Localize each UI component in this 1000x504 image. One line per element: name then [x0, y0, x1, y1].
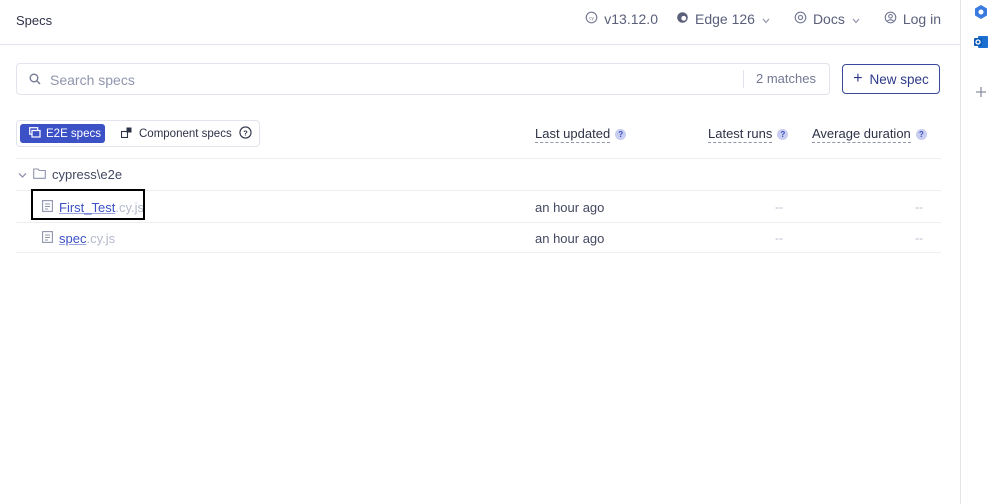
- browser-label: Edge 126: [694, 11, 755, 27]
- search-bar: 2 matches: [16, 63, 830, 95]
- plus-icon: +: [853, 70, 863, 87]
- new-spec-label: New spec: [869, 71, 929, 87]
- folder-icon: [33, 167, 52, 182]
- last-updated-cell: an hour ago: [535, 200, 605, 215]
- tab-e2e-specs[interactable]: E2E specs: [20, 124, 105, 143]
- match-count: 2 matches: [743, 70, 829, 88]
- spec-file-link[interactable]: spec .cy.js: [42, 231, 115, 246]
- average-duration-cell: --: [915, 200, 923, 214]
- column-header-average-duration[interactable]: Average duration ?: [812, 126, 927, 143]
- testing-type-toggle: E2E specs Component specs ?: [16, 120, 260, 147]
- login-button[interactable]: Log in: [884, 11, 941, 27]
- help-icon[interactable]: ?: [239, 125, 259, 142]
- column-header-last-updated[interactable]: Last updated ?: [535, 126, 627, 143]
- main-area: Specs cy v13.12.0 Edge 126 Docs Log in S…: [0, 0, 960, 504]
- chevron-down-icon: [852, 11, 866, 27]
- e2e-window-icon: [20, 126, 46, 141]
- spec-extension: .cy.js: [86, 231, 116, 246]
- last-updated-label: Last updated: [535, 126, 611, 143]
- latest-runs-cell: --: [775, 231, 783, 245]
- version-badge[interactable]: cy v13.12.0: [585, 11, 658, 27]
- folder-name: cypress\e2e: [52, 167, 123, 182]
- component-icon: [120, 127, 139, 141]
- divider: [16, 158, 941, 159]
- help-icon: ?: [915, 129, 927, 140]
- e2e-label: E2E specs: [46, 127, 101, 140]
- header-actions: cy v13.12.0 Edge 126 Docs Log in: [567, 11, 941, 27]
- help-icon: ?: [777, 129, 789, 140]
- svg-text:?: ?: [243, 128, 248, 137]
- search-input[interactable]: [48, 69, 732, 91]
- divider: [16, 190, 941, 191]
- edge-browser-icon: [676, 11, 695, 27]
- chevron-down-icon: [18, 167, 33, 182]
- help-icon: ?: [615, 129, 627, 140]
- cypress-logo-icon: cy: [585, 11, 604, 27]
- folder-row[interactable]: cypress\e2e: [18, 167, 122, 182]
- add-icon[interactable]: [973, 84, 989, 100]
- page-title: Specs: [16, 13, 53, 28]
- top-bar: Specs cy v13.12.0 Edge 126 Docs Log in: [0, 0, 960, 45]
- latest-runs-label: Latest runs: [708, 126, 773, 143]
- browser-sidebar: [960, 0, 1000, 504]
- docs-icon: [794, 11, 813, 27]
- docs-label: Docs: [812, 11, 845, 27]
- browser-selector[interactable]: Edge 126: [676, 11, 776, 27]
- outlook-icon[interactable]: [973, 34, 989, 50]
- chevron-down-icon: [762, 11, 776, 27]
- new-spec-button[interactable]: + New spec: [842, 64, 940, 94]
- user-icon: [884, 11, 903, 27]
- column-header-latest-runs[interactable]: Latest runs ?: [708, 126, 789, 143]
- component-label: Component specs: [139, 127, 232, 140]
- divider: [16, 252, 941, 253]
- copilot-icon[interactable]: [973, 4, 989, 20]
- last-updated-cell: an hour ago: [535, 231, 605, 246]
- latest-runs-cell: --: [775, 200, 783, 214]
- version-label: v13.12.0: [604, 11, 658, 27]
- average-duration-label: Average duration: [812, 126, 911, 143]
- table-row[interactable]: spec .cy.js an hour ago -- --: [16, 223, 941, 253]
- table-row[interactable]: First_Test .cy.js an hour ago -- --: [16, 192, 941, 222]
- svg-text:cy: cy: [589, 17, 594, 22]
- average-duration-cell: --: [915, 231, 923, 245]
- spec-base-name: spec: [59, 231, 87, 246]
- file-icon: [42, 231, 59, 246]
- login-label: Log in: [902, 11, 941, 27]
- tab-component-specs[interactable]: Component specs ?: [120, 124, 259, 143]
- selection-highlight: [31, 189, 145, 220]
- docs-menu[interactable]: Docs: [794, 11, 866, 27]
